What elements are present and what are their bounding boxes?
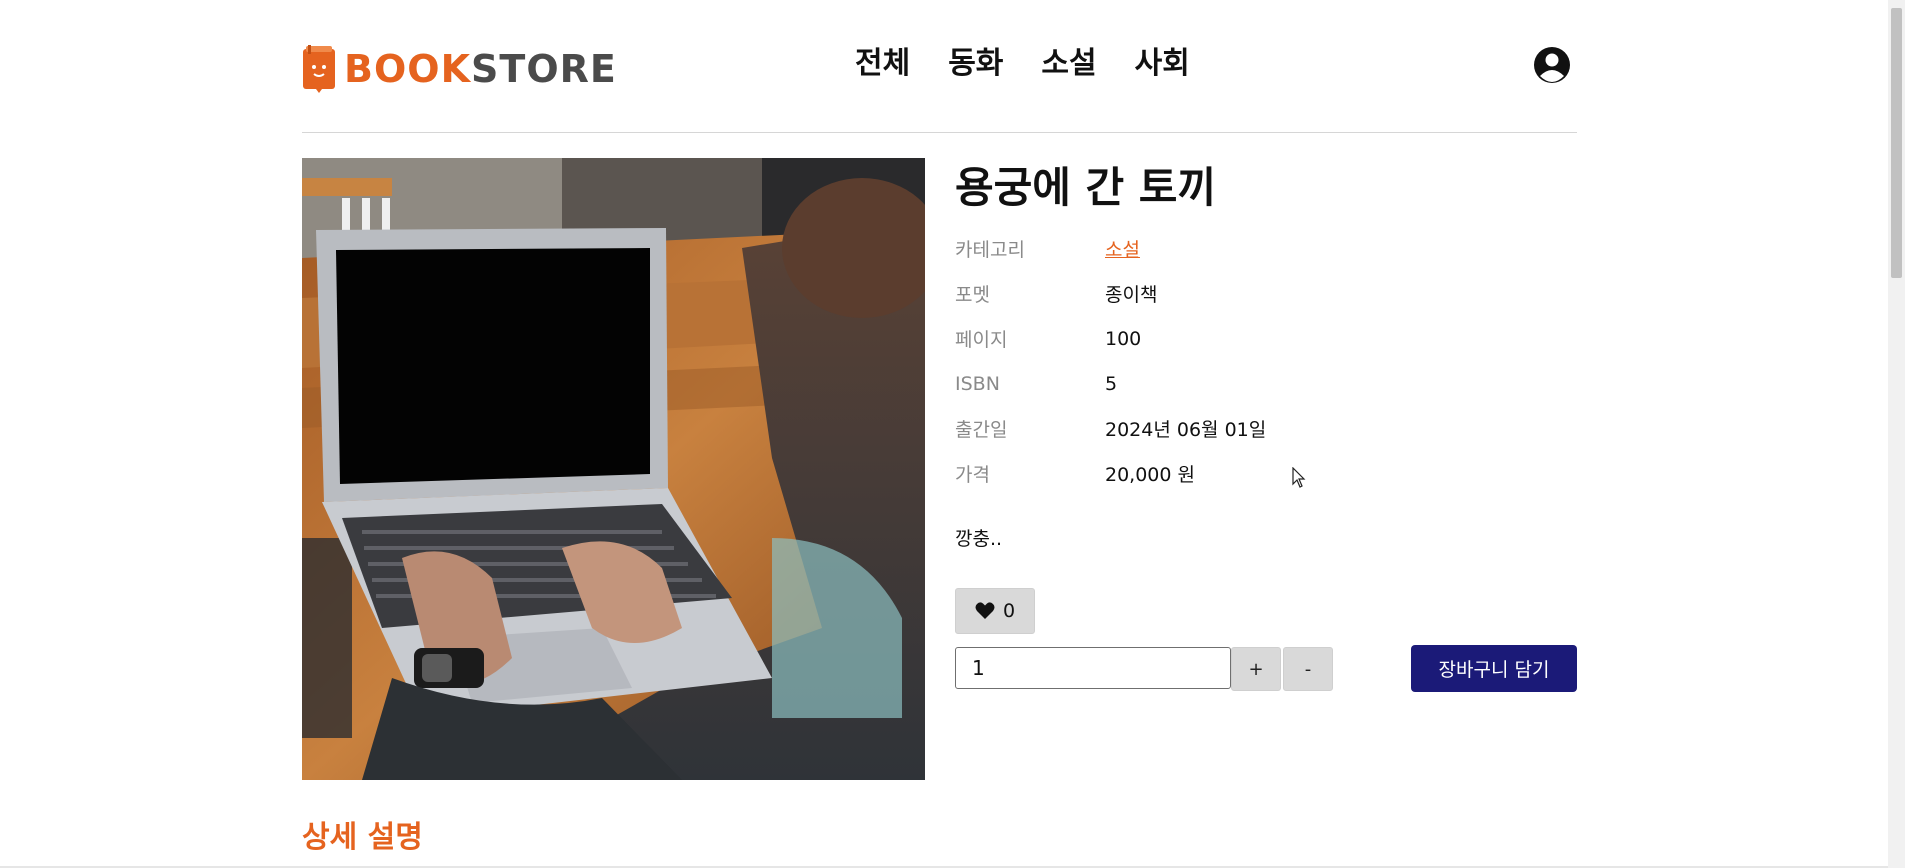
detail-value: 2024년 06월 01일 <box>1105 419 1267 441</box>
site-header: BOOKSTORE 전체 동화 소설 사회 <box>302 0 1577 133</box>
detail-label: 카테고리 <box>955 239 1025 261</box>
book-summary: 깡충.. <box>955 528 1003 550</box>
book-title: 용궁에 간 토끼 <box>955 163 1217 212</box>
page: BOOKSTORE 전체 동화 소설 사회 용궁에 간 토끼 카테고리 소설 포… <box>0 0 1905 868</box>
heart-icon <box>975 602 995 619</box>
detail-row-format: 포멧 종이책 <box>955 271 1577 316</box>
logo-text-store: STORE <box>471 47 617 91</box>
detail-label: 페이지 <box>955 329 1008 351</box>
price-value: 20,000 원 <box>1105 464 1196 486</box>
like-button[interactable]: 0 <box>955 588 1035 634</box>
detail-value: 종이책 <box>1105 284 1158 306</box>
like-count: 0 <box>1002 600 1016 622</box>
quantity-input[interactable] <box>955 647 1231 689</box>
mouse-pointer-icon <box>1292 467 1306 488</box>
user-circle-icon <box>1534 47 1570 83</box>
detail-row-pages: 페이지 100 <box>955 316 1577 361</box>
logo-text: BOOKSTORE <box>344 50 617 88</box>
nav-item-novel[interactable]: 소설 <box>1041 44 1096 84</box>
detail-value: 100 <box>1105 327 1142 350</box>
vertical-scrollbar[interactable] <box>1888 0 1905 868</box>
book-info-panel: 용궁에 간 토끼 카테고리 소설 포멧 종이책 페이지 100 ISBN 5 출… <box>955 158 1577 692</box>
detail-row-isbn: ISBN 5 <box>955 361 1577 406</box>
book-logo-icon <box>303 45 335 93</box>
detail-label: 포멧 <box>955 284 990 306</box>
user-menu-button[interactable] <box>1533 46 1571 84</box>
detail-value: 5 <box>1105 372 1118 395</box>
detail-row-price: 가격 20,000 원 <box>955 451 1577 496</box>
scrollbar-thumb[interactable] <box>1891 8 1902 278</box>
laptop-photo <box>302 158 925 780</box>
book-cover-image <box>302 158 925 780</box>
category-nav: 전체 동화 소설 사회 <box>855 44 1190 84</box>
detail-section-title: 상세 설명 <box>302 820 423 855</box>
detail-label: 출간일 <box>955 419 1008 441</box>
nav-item-society[interactable]: 사회 <box>1135 44 1190 84</box>
detail-label: 가격 <box>955 464 990 486</box>
add-to-cart-button[interactable]: 장바구니 담기 <box>1411 645 1577 692</box>
quantity-increase-button[interactable]: + <box>1231 647 1281 691</box>
detail-row-pub-date: 출간일 2024년 06월 01일 <box>955 406 1577 451</box>
category-link[interactable]: 소설 <box>1105 235 1140 262</box>
nav-item-all[interactable]: 전체 <box>855 44 910 84</box>
site-logo[interactable]: BOOKSTORE <box>302 44 617 94</box>
detail-label: ISBN <box>955 372 1000 395</box>
logo-text-book: BOOK <box>344 47 472 91</box>
quantity-controls: + - 장바구니 담기 <box>955 645 1577 692</box>
detail-row-category: 카테고리 소설 <box>955 226 1577 271</box>
quantity-decrease-button[interactable]: - <box>1283 647 1333 691</box>
book-details: 카테고리 소설 포멧 종이책 페이지 100 ISBN 5 출간일 2024년 … <box>955 226 1577 496</box>
nav-item-fairy-tale[interactable]: 동화 <box>948 44 1003 84</box>
